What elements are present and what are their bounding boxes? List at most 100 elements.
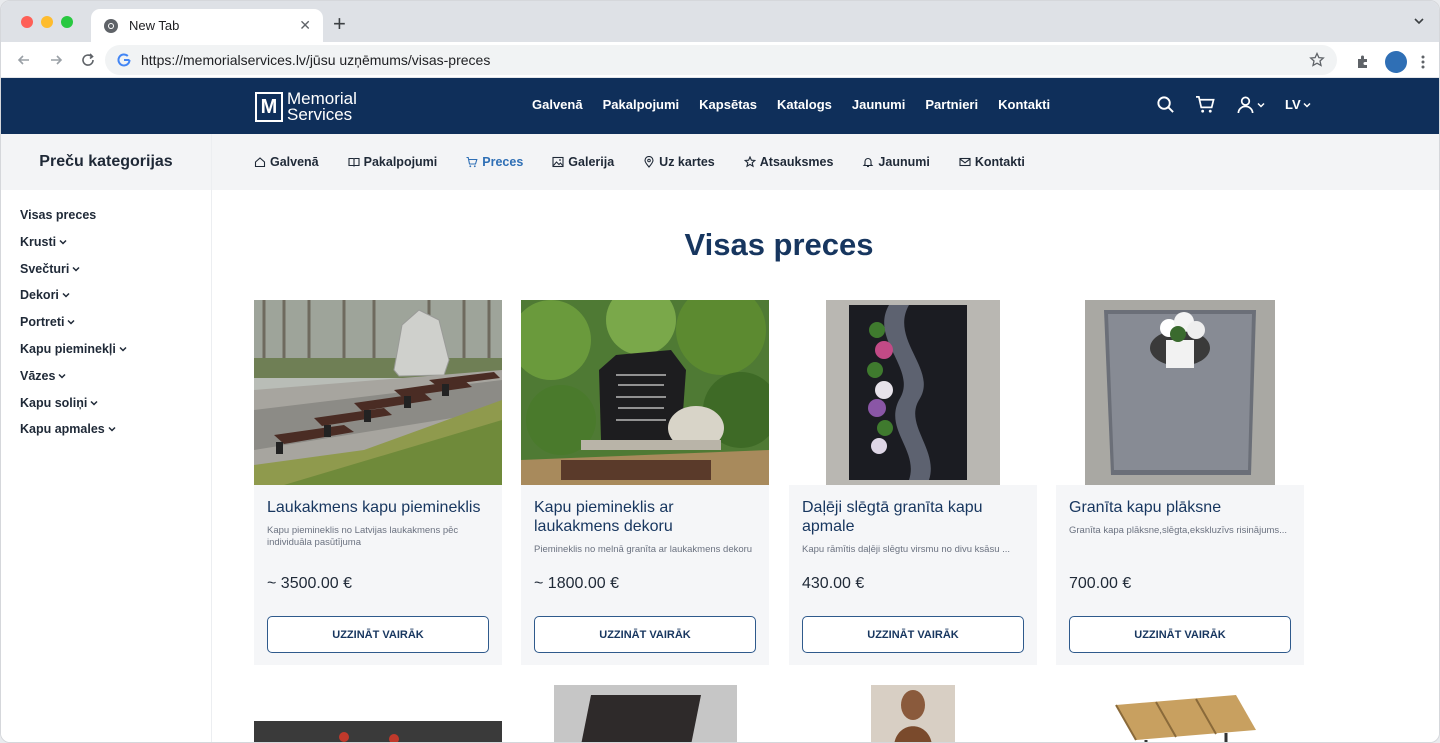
product-name[interactable]: Laukakmens kapu piemineklis [267,498,493,517]
toolbar-actions [1355,51,1425,73]
main-nav-item-kontakti[interactable]: Kontakti [998,97,1050,112]
subnav-item-pakalpojumi[interactable]: Pakalpojumi [348,155,437,169]
site-header: M Memorial Services Galvenā Pakalpojumi … [1,78,1439,134]
chevron-down-icon[interactable] [72,265,80,273]
sidebar-category-item[interactable]: Vāzes [20,369,211,396]
more-vertical-icon[interactable] [1421,55,1425,69]
product-description: Granīta kapa plāksne,slēgta,ekskluzīvs r… [1069,525,1288,536]
product-price: ~ 3500.00 € [267,575,352,592]
language-selector[interactable]: LV [1285,97,1311,112]
browser-window: New Tab ✕ + https://memorialservices.lv/… [0,0,1440,743]
product-card[interactable] [521,685,769,742]
learn-more-button[interactable]: UZZINĀT VAIRĀK [802,616,1024,653]
subnav-item-kontakti[interactable]: Kontakti [959,155,1025,169]
product-name[interactable]: Daļēji slēgtā granīta kapu apmale [802,498,1028,536]
sidebar-category-item[interactable]: Krusti [20,235,211,262]
subnav-label: Atsauksmes [759,155,834,169]
chevron-down-icon[interactable] [90,399,98,407]
star-icon [743,156,756,168]
tab-search-chevron-icon[interactable] [1413,15,1425,27]
product-card[interactable]: Kapu piemineklis ar laukakmens dekoru Pi… [521,300,769,665]
sidebar-category-item[interactable]: Kapu apmales [20,422,211,449]
chevron-down-icon[interactable] [119,345,127,353]
language-label: LV [1285,97,1301,112]
sidebar-category-item[interactable]: Dekori [20,288,211,315]
subnav-item-preces[interactable]: Preces [466,155,523,169]
product-price: ~ 1800.00 € [534,575,619,592]
chevron-down-icon[interactable] [62,291,70,299]
url-text[interactable]: https://memorialservices.lv/jūsu uzņēmum… [141,52,1309,68]
extensions-icon[interactable] [1355,54,1371,70]
product-description: Kapu rāmītis daļēji slēgtu virsmu no div… [802,544,1011,555]
header-actions: LV [1156,95,1311,114]
browser-tab[interactable]: New Tab ✕ [91,9,323,42]
product-image[interactable] [521,685,769,742]
product-image[interactable] [254,685,502,742]
account-menu[interactable] [1236,95,1265,114]
product-card[interactable]: Laukakmens kapu piemineklis Kapu piemine… [254,300,502,665]
product-image[interactable] [1056,685,1304,742]
sidebar-category-item[interactable]: Kapu pieminekļi [20,342,211,369]
back-button[interactable] [15,51,33,69]
product-card[interactable] [1056,685,1304,742]
product-card[interactable] [789,685,1037,742]
bookmark-star-icon[interactable] [1309,52,1325,68]
close-tab-icon[interactable]: ✕ [299,17,311,34]
sidebar-category-item[interactable]: Kapu soliņi [20,396,211,423]
minimize-window-button[interactable] [41,16,53,28]
sidebar-category-item[interactable]: Portreti [20,315,211,342]
address-bar[interactable]: https://memorialservices.lv/jūsu uzņēmum… [105,45,1337,75]
sidebar-category-label: Svečturi [20,261,70,276]
subnav-item-jaunumi[interactable]: Jaunumi [862,155,930,169]
sidebar-category-label: Vāzes [20,368,56,383]
chevron-down-icon [1257,102,1265,108]
forward-button[interactable] [47,51,65,69]
profile-avatar[interactable] [1385,51,1407,73]
learn-more-button[interactable]: UZZINĀT VAIRĀK [534,616,756,653]
close-window-button[interactable] [21,16,33,28]
browser-toolbar: https://memorialservices.lv/jūsu uzņēmum… [1,42,1439,78]
mail-icon [959,157,971,167]
new-tab-button[interactable]: + [333,13,346,35]
main-nav-item-katalogs[interactable]: Katalogs [777,97,832,112]
maximize-window-button[interactable] [61,16,73,28]
chevron-down-icon[interactable] [59,238,67,246]
sidebar-category-item[interactable]: Visas preces [20,208,211,235]
sidebar-category-label: Krusti [20,234,57,249]
chevron-down-icon[interactable] [108,425,116,433]
site-logo[interactable]: M Memorial Services [255,90,357,123]
subnav-label: Preces [482,155,524,169]
product-card[interactable] [254,685,502,742]
product-image[interactable] [1056,300,1304,485]
chevron-down-icon[interactable] [67,318,75,326]
product-image[interactable] [521,300,769,485]
main-nav-item-partnieri[interactable]: Partnieri [925,97,978,112]
chevron-down-icon[interactable] [58,372,66,380]
main-nav-item-jaunumi[interactable]: Jaunumi [852,97,905,112]
product-image[interactable] [789,685,1037,742]
product-name[interactable]: Kapu piemineklis ar laukakmens dekoru [534,498,760,536]
subnav-item-atsauksmes[interactable]: Atsauksmes [743,155,834,169]
bell-icon [863,158,874,168]
sidebar-category-label: Portreti [20,315,65,330]
logo-text: Memorial Services [287,90,357,123]
product-image[interactable] [789,300,1037,485]
product-card[interactable]: Granīta kapu plāksne Granīta kapa plāksn… [1056,300,1304,665]
subnav-item-uz-kartes[interactable]: Uz kartes [643,155,715,169]
category-sidebar: Preču kategorijas Visas preces Krusti Sveč… [1,134,212,742]
cart-icon[interactable] [1195,95,1216,114]
main-nav-item-galvena[interactable]: Galvenā [532,97,583,112]
search-icon[interactable] [1156,95,1175,114]
map-pin-icon [644,156,654,168]
learn-more-button[interactable]: UZZINĀT VAIRĀK [1069,616,1291,653]
main-nav-item-kapsetas[interactable]: Kapsētas [699,97,757,112]
subnav-item-galerija[interactable]: Galerija [552,155,614,169]
product-image[interactable] [254,300,502,485]
subnav-item-galvena[interactable]: Galvenā [254,155,319,169]
product-card[interactable]: Daļēji slēgtā granīta kapu apmale Kapu r… [789,300,1037,665]
learn-more-button[interactable]: UZZINĀT VAIRĀK [267,616,489,653]
sidebar-category-item[interactable]: Svečturi [20,262,211,289]
reload-button[interactable] [79,51,97,69]
product-name[interactable]: Granīta kapu plāksne [1069,498,1295,517]
main-nav-item-pakalpojumi[interactable]: Pakalpojumi [603,97,680,112]
